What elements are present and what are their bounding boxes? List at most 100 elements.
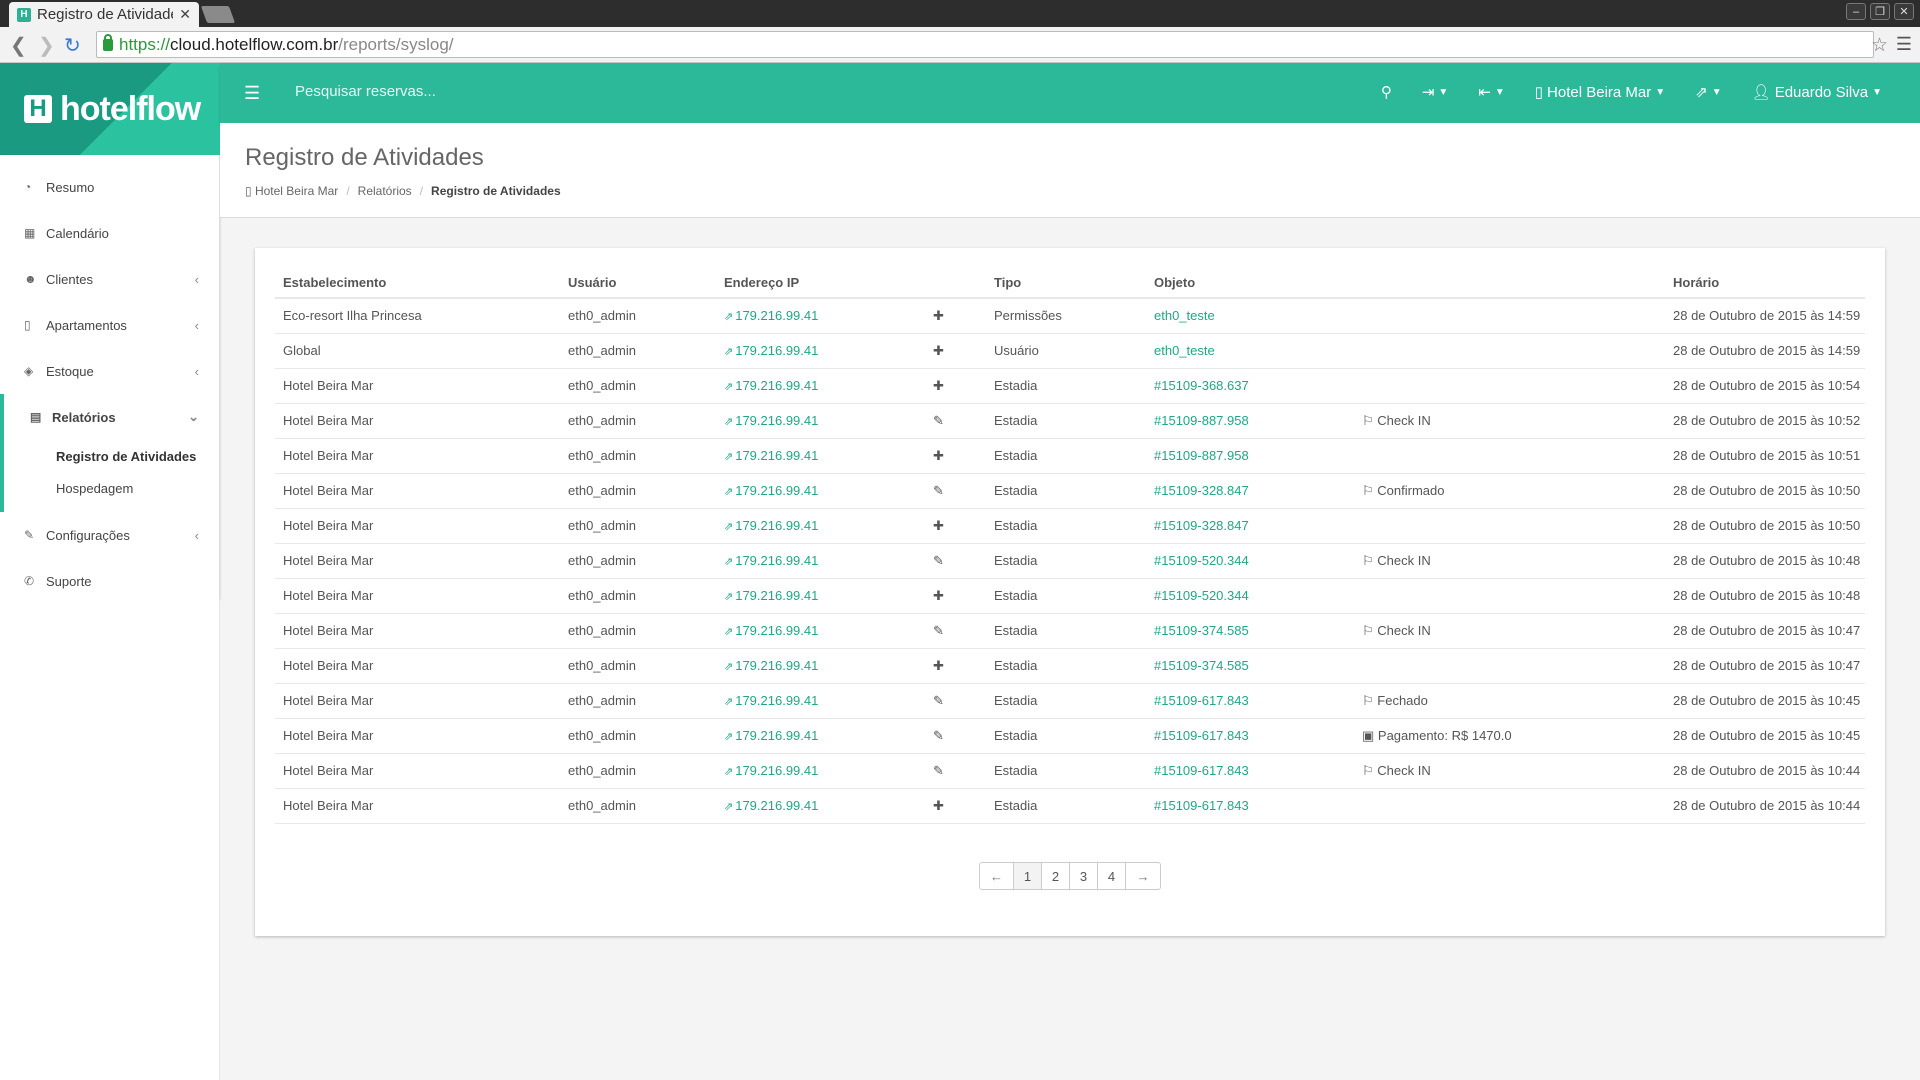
cell-objeto-link[interactable]: #15109-520.344 xyxy=(1146,543,1354,579)
pagination-page-3[interactable]: 3 xyxy=(1070,863,1098,889)
col-horario[interactable]: Horário xyxy=(1665,268,1865,299)
cell-detail: ⚐ Check IN xyxy=(1354,543,1665,579)
cell-ip-link[interactable]: ⇗ 179.216.99.41 xyxy=(716,438,921,474)
cell-objeto-link[interactable]: #15109-374.585 xyxy=(1146,648,1354,684)
back-icon[interactable]: ❮ xyxy=(10,33,27,58)
external-links-menu[interactable]: ⇗ ▼ xyxy=(1695,83,1721,101)
cell-horario: 28 de Outubro de 2015 às 10:45 xyxy=(1665,683,1865,719)
cell-ip-link[interactable]: ⇗ 179.216.99.41 xyxy=(716,403,921,439)
pagination-page-1[interactable]: 1 xyxy=(1014,863,1042,889)
edit-icon: ✎ xyxy=(933,622,944,638)
search-icon[interactable]: ⚲ xyxy=(1381,83,1392,101)
browser-menu-icon[interactable]: ☰ xyxy=(1896,34,1912,55)
breadcrumb-hotel[interactable]: ▯ Hotel Beira Mar xyxy=(245,184,338,198)
restore-icon[interactable]: ❐ xyxy=(1870,3,1890,20)
detail-text: Confirmado xyxy=(1377,482,1445,498)
cubes-icon: ◈ xyxy=(24,364,34,378)
cell-ip-link[interactable]: ⇗ 179.216.99.41 xyxy=(716,718,921,754)
menu-toggle-icon[interactable]: ☰ xyxy=(244,83,260,104)
cell-objeto-link[interactable]: eth0_teste xyxy=(1146,333,1354,369)
cell-objeto-link[interactable]: #15109-887.958 xyxy=(1146,403,1354,439)
cell-horario: 28 de Outubro de 2015 às 14:59 xyxy=(1665,298,1865,334)
cell-horario: 28 de Outubro de 2015 às 14:59 xyxy=(1665,333,1865,369)
chevron-down-icon: ▼ xyxy=(1438,86,1449,98)
cell-objeto-link[interactable]: #15109-887.958 xyxy=(1146,438,1354,474)
cell-estabelecimento: Hotel Beira Mar xyxy=(275,648,560,684)
close-window-icon[interactable]: ✕ xyxy=(1894,3,1914,20)
cell-ip-link[interactable]: ⇗ 179.216.99.41 xyxy=(716,578,921,614)
cell-ip-link[interactable]: ⇗ 179.216.99.41 xyxy=(716,508,921,544)
table-row: Eco-resort Ilha Princesa eth0_admin ⇗ 179.2… xyxy=(275,298,1865,334)
cell-tipo: Estadia xyxy=(986,578,1146,614)
cell-ip-link[interactable]: ⇗ 179.216.99.41 xyxy=(716,473,921,509)
cell-ip-link[interactable]: ⇗ 179.216.99.41 xyxy=(716,298,921,334)
cell-objeto-link[interactable]: eth0_teste xyxy=(1146,298,1354,334)
cell-action: ✎ xyxy=(921,683,986,719)
cell-estabelecimento: Hotel Beira Mar xyxy=(275,718,560,754)
sidebar-item-suporte[interactable]: ✆ Suporte xyxy=(0,558,219,604)
bookmark-star-icon[interactable]: ☆ xyxy=(1871,34,1888,57)
ip-text: 179.216.99.41 xyxy=(735,378,819,393)
col-estabelecimento[interactable]: Estabelecimento xyxy=(275,268,560,299)
sidebar-subitem-hospedagem[interactable]: Hospedagem xyxy=(4,472,219,504)
hotel-selector[interactable]: ▯ Hotel Beira Mar ▼ xyxy=(1535,83,1665,102)
minimize-icon[interactable]: – xyxy=(1846,3,1866,20)
address-bar[interactable]: https:// cloud.hotelflow.com.br /reports… xyxy=(96,31,1874,58)
col-action xyxy=(921,268,986,299)
col-ip[interactable]: Endereço IP xyxy=(716,268,921,299)
sidebar-item-estoque[interactable]: ◈ Estoque ‹ xyxy=(0,348,219,394)
col-tipo[interactable]: Tipo xyxy=(986,268,1146,299)
cell-action: ✚ xyxy=(921,368,986,404)
cell-objeto-link[interactable]: #15109-617.843 xyxy=(1146,683,1354,719)
external-link-icon: ⇗ xyxy=(724,416,734,428)
sidebar-subitem-registro[interactable]: Registro de Atividades xyxy=(4,440,219,472)
cell-objeto-link[interactable]: #15109-617.843 xyxy=(1146,753,1354,789)
pagination-next[interactable]: → xyxy=(1126,863,1160,889)
detail-text: Check IN xyxy=(1377,552,1431,568)
calendar-icon: ▦ xyxy=(24,226,36,240)
new-tab-button[interactable] xyxy=(200,6,236,23)
cell-ip-link[interactable]: ⇗ 179.216.99.41 xyxy=(716,333,921,369)
plus-icon: ✚ xyxy=(933,657,944,673)
cell-ip-link[interactable]: ⇗ 179.216.99.41 xyxy=(716,648,921,684)
pagination-prev[interactable]: ← xyxy=(980,863,1014,889)
col-objeto[interactable]: Objeto xyxy=(1146,268,1354,299)
checkin-menu[interactable]: ⇥ ▼ xyxy=(1422,83,1448,101)
user-menu[interactable]: 👤︎ Eduardo Silva ▼ xyxy=(1752,83,1882,102)
cell-objeto-link[interactable]: #15109-328.847 xyxy=(1146,473,1354,509)
cell-detail: ⚐ Check IN xyxy=(1354,753,1665,789)
cell-objeto-link[interactable]: #15109-617.843 xyxy=(1146,788,1354,824)
cell-objeto-link[interactable]: #15109-328.847 xyxy=(1146,508,1354,544)
cell-objeto-link[interactable]: #15109-374.585 xyxy=(1146,613,1354,649)
breadcrumb-relatorios[interactable]: Relatórios xyxy=(358,184,412,198)
cell-objeto-link[interactable]: #15109-368.637 xyxy=(1146,368,1354,404)
close-tab-icon[interactable]: ✕ xyxy=(179,6,191,23)
app-logo[interactable]: H hotelflow xyxy=(0,63,220,155)
search-reservations-input[interactable]: Pesquisar reservas... xyxy=(295,83,436,100)
cell-ip-link[interactable]: ⇗ 179.216.99.41 xyxy=(716,753,921,789)
cell-action: ✚ xyxy=(921,578,986,614)
table-row: Hotel Beira Mar eth0_admin ⇗ 179.216.99.41 ✎… xyxy=(275,613,1865,649)
cell-objeto-link[interactable]: #15109-520.344 xyxy=(1146,578,1354,614)
sidebar-item-configuracoes[interactable]: ✎ Configurações ‹ xyxy=(0,512,219,558)
cell-ip-link[interactable]: ⇗ 179.216.99.41 xyxy=(716,368,921,404)
cell-objeto-link[interactable]: #15109-617.843 xyxy=(1146,718,1354,754)
sidebar-item-calendario[interactable]: ▦ Calendário xyxy=(0,210,219,256)
sidebar-item-label: Calendário xyxy=(46,225,109,241)
cell-ip-link[interactable]: ⇗ 179.216.99.41 xyxy=(716,543,921,579)
sidebar-item-relatorios[interactable]: ▤ Relatórios ⌄ xyxy=(4,394,219,440)
reload-icon[interactable]: ↻ xyxy=(64,33,81,58)
forward-icon[interactable]: ❯ xyxy=(38,33,55,58)
pagination-page-4[interactable]: 4 xyxy=(1098,863,1126,889)
cell-ip-link[interactable]: ⇗ 179.216.99.41 xyxy=(716,613,921,649)
sidebar-item-clientes[interactable]: ☻ Clientes ‹ xyxy=(0,256,219,302)
cell-estabelecimento: Hotel Beira Mar xyxy=(275,438,560,474)
pagination-page-2[interactable]: 2 xyxy=(1042,863,1070,889)
cell-ip-link[interactable]: ⇗ 179.216.99.41 xyxy=(716,788,921,824)
col-usuario[interactable]: Usuário xyxy=(560,268,716,299)
cell-ip-link[interactable]: ⇗ 179.216.99.41 xyxy=(716,683,921,719)
sidebar-item-apartamentos[interactable]: ▯ Apartamentos ‹ xyxy=(0,302,219,348)
sidebar-item-resumo[interactable]: ◔ Resumo xyxy=(0,164,219,210)
browser-tab[interactable]: H Registro de Atividades ✕ xyxy=(9,2,199,27)
checkout-menu[interactable]: ⇤ ▼ xyxy=(1478,83,1504,101)
